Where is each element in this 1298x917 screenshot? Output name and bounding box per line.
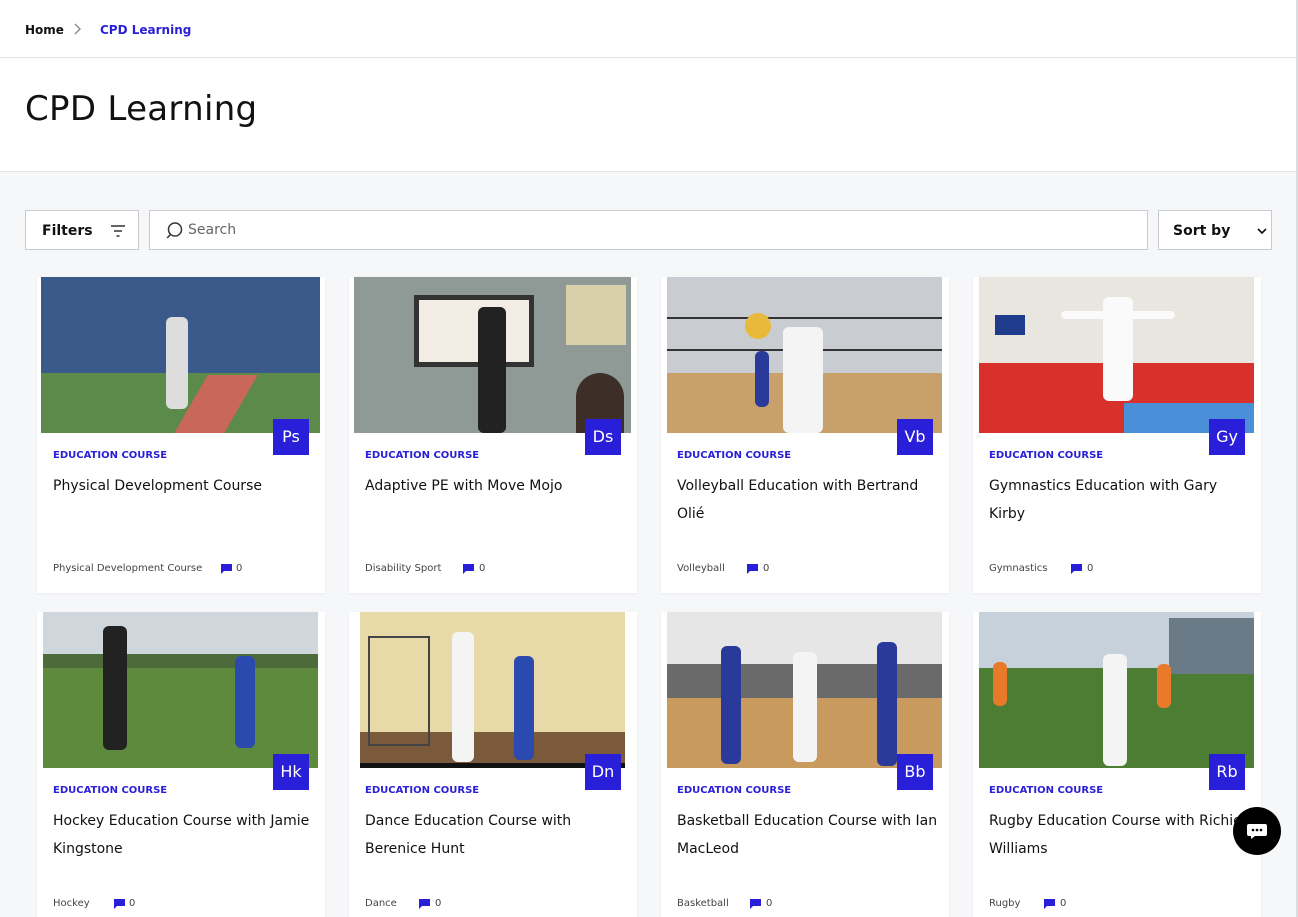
comment-count: 0 <box>236 563 243 574</box>
comment-icon <box>114 899 125 909</box>
course-category: EDUCATION COURSE <box>989 785 1104 796</box>
course-badge: Ds <box>585 419 621 455</box>
course-title[interactable]: Volleyball Education with Bertrand Olié <box>677 472 939 528</box>
chat-button[interactable] <box>1233 807 1281 855</box>
filter-lines-icon <box>111 225 125 237</box>
course-card[interactable]: Gy EDUCATION COURSE Gymnastics Education… <box>973 277 1261 593</box>
course-thumbnail <box>979 612 1254 768</box>
course-badge: Hk <box>273 754 309 790</box>
course-title[interactable]: Dance Education Course with Berenice Hun… <box>365 807 627 863</box>
course-category: EDUCATION COURSE <box>365 450 480 461</box>
course-thumbnail <box>979 277 1254 433</box>
course-sport: Gymnastics <box>989 563 1048 574</box>
comment-count: 0 <box>129 898 136 909</box>
comment-icon <box>1071 564 1082 574</box>
search-box <box>149 210 1148 250</box>
chevron-down-icon <box>1257 228 1267 235</box>
search-input[interactable] <box>188 219 1088 241</box>
comment-count: 0 <box>1087 563 1094 574</box>
chat-bubble-icon <box>1247 824 1267 839</box>
course-card[interactable]: Ps EDUCATION COURSE Physical Development… <box>37 277 325 593</box>
course-card[interactable]: Rb EDUCATION COURSE Rugby Education Cour… <box>973 612 1261 917</box>
comment-count: 0 <box>479 563 486 574</box>
sort-select[interactable]: Sort by <box>1158 210 1272 250</box>
comment-icon <box>221 564 232 574</box>
sort-label: Sort by <box>1173 223 1231 239</box>
course-title[interactable]: Adaptive PE with Move Mojo <box>365 472 627 500</box>
comment-icon <box>750 899 761 909</box>
course-sport: Dance <box>365 898 397 909</box>
course-category: EDUCATION COURSE <box>365 785 480 796</box>
course-title[interactable]: Hockey Education Course with Jamie Kings… <box>53 807 315 863</box>
filters-button[interactable]: Filters <box>25 210 139 250</box>
search-icon <box>166 222 183 239</box>
course-sport: Volleyball <box>677 563 725 574</box>
comment-icon <box>419 899 430 909</box>
top-bar: Home CPD Learning <box>0 0 1296 58</box>
comment-count: 0 <box>766 898 773 909</box>
course-card[interactable]: Ds EDUCATION COURSE Adaptive PE with Mov… <box>349 277 637 593</box>
course-badge: Dn <box>585 754 621 790</box>
course-title[interactable]: Gymnastics Education with Gary Kirby <box>989 472 1251 528</box>
comment-count: 0 <box>763 563 770 574</box>
comment-icon <box>747 564 758 574</box>
course-category: EDUCATION COURSE <box>53 450 168 461</box>
course-sport: Physical Development Course <box>53 563 203 574</box>
course-title[interactable]: Physical Development Course <box>53 472 315 500</box>
course-thumbnail <box>667 277 942 433</box>
course-badge: Ps <box>273 419 309 455</box>
course-sport: Disability Sport <box>365 563 442 574</box>
course-sport: Basketball <box>677 898 729 909</box>
chevron-right-icon <box>74 23 81 35</box>
course-card[interactable]: Vb EDUCATION COURSE Volleyball Education… <box>661 277 949 593</box>
course-badge: Bb <box>897 754 933 790</box>
course-thumbnail <box>667 612 942 768</box>
comment-count: 0 <box>1060 898 1067 909</box>
course-badge: Vb <box>897 419 933 455</box>
filters-label: Filters <box>42 223 93 239</box>
course-title[interactable]: Rugby Education Course with Richie Willi… <box>989 807 1251 863</box>
breadcrumb-current[interactable]: CPD Learning <box>100 23 191 37</box>
course-title[interactable]: Basketball Education Course with Ian Mac… <box>677 807 939 863</box>
comment-icon <box>463 564 474 574</box>
page-header: CPD Learning <box>0 58 1296 172</box>
comment-count: 0 <box>435 898 442 909</box>
course-sport: Rugby <box>989 898 1021 909</box>
course-card[interactable]: Bb EDUCATION COURSE Basketball Education… <box>661 612 949 917</box>
breadcrumb-home[interactable]: Home <box>25 23 64 37</box>
course-card[interactable]: Dn EDUCATION COURSE Dance Education Cour… <box>349 612 637 917</box>
course-category: EDUCATION COURSE <box>989 450 1104 461</box>
course-badge: Gy <box>1209 419 1245 455</box>
course-category: EDUCATION COURSE <box>677 785 792 796</box>
page-title: CPD Learning <box>25 89 258 129</box>
course-card[interactable]: Hk EDUCATION COURSE Hockey Education Cou… <box>37 612 325 917</box>
course-thumbnail <box>360 612 625 768</box>
course-category: EDUCATION COURSE <box>677 450 792 461</box>
course-thumbnail <box>354 277 631 433</box>
course-badge: Rb <box>1209 754 1245 790</box>
course-thumbnail <box>41 277 320 433</box>
course-category: EDUCATION COURSE <box>53 785 168 796</box>
course-thumbnail <box>43 612 318 768</box>
comment-icon <box>1044 899 1055 909</box>
course-sport: Hockey <box>53 898 90 909</box>
